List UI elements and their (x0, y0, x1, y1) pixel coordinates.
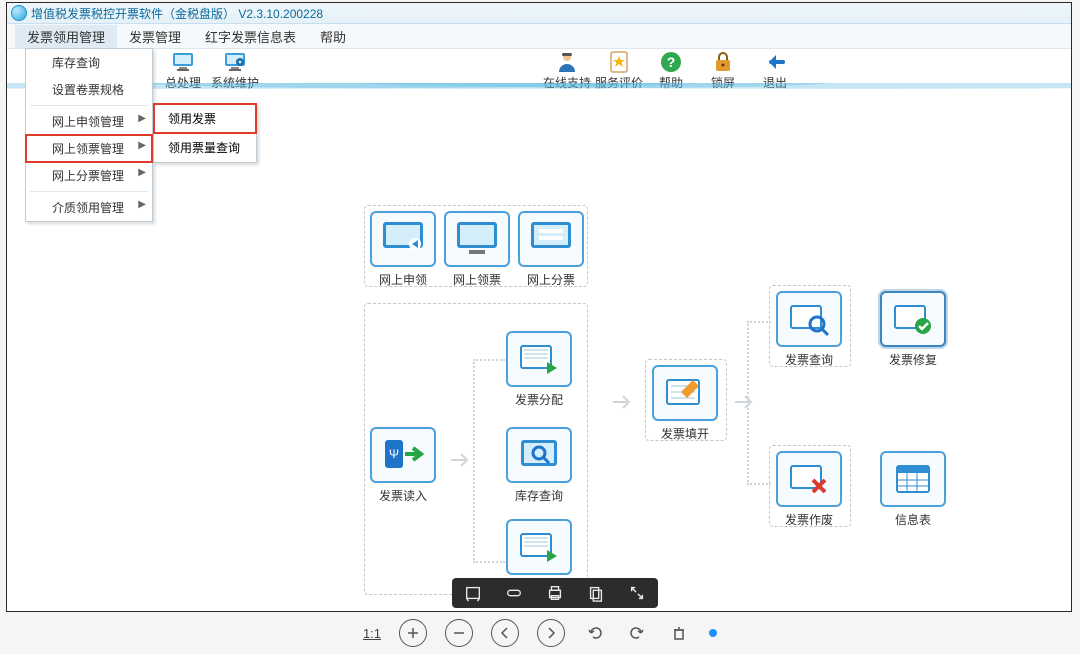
node-stock-query[interactable]: 库存查询 (505, 427, 573, 504)
titlebar: 增值税发票税控开票软件（金税盘版） V2.3.10.200228 (7, 3, 1071, 24)
help-icon: ? (658, 50, 684, 74)
chevron-right-icon: ▶ (138, 113, 146, 124)
submenu-item-receive-quota-query[interactable]: 领用票量查询 (154, 133, 256, 162)
node-label: 网上申领 (369, 271, 437, 288)
menubar: 发票领用管理 发票管理 红字发票信息表 帮助 (7, 24, 1071, 49)
viewer-black-toolbar (452, 578, 658, 608)
node-label: 发票修复 (879, 351, 947, 368)
blackbar-copy-icon[interactable] (584, 581, 608, 605)
exit-arrow-icon (762, 50, 788, 74)
flow-connector (747, 321, 771, 485)
menu-red-invoice[interactable]: 红字发票信息表 (193, 25, 308, 48)
gear-monitor-icon (222, 50, 248, 74)
workflow-canvas: 网上申领 网上领票 网上分票 Ψ 发票读入 发票分配 库存查询 发票退回 (7, 91, 1071, 611)
app-window: 增值税发票税控开票软件（金税盘版） V2.3.10.200228 发票领用管理 … (6, 2, 1072, 612)
star-doc-icon (606, 50, 632, 74)
node-label: 发票查询 (775, 351, 843, 368)
viewer-delete-icon[interactable] (667, 621, 691, 645)
svg-text:Ψ: Ψ (389, 447, 399, 461)
node-label: 发票填开 (651, 425, 719, 442)
node-label: 网上领票 (443, 271, 511, 288)
node-label: 发票读入 (369, 487, 437, 504)
node-label: 发票分配 (505, 391, 573, 408)
menu-invoice-manage[interactable]: 发票管理 (117, 25, 193, 48)
dropdown-separator (30, 191, 148, 192)
node-invoice-query[interactable]: 发票查询 (775, 291, 843, 368)
dropdown-item-online-apply[interactable]: 网上申领管理 ▶ (26, 108, 152, 135)
node-label: 发票作废 (775, 511, 843, 528)
node-invoice-fill[interactable]: 发票填开 (651, 365, 719, 442)
monitor-icon (170, 50, 196, 74)
node-info-table[interactable]: 信息表 (879, 451, 947, 528)
support-person-icon (554, 50, 580, 74)
viewer-zoom-out-icon[interactable] (445, 619, 473, 647)
dropdown-item-roll-spec[interactable]: 设置卷票规格 (26, 76, 152, 103)
viewer-prev-icon[interactable] (491, 619, 519, 647)
window-title: 增值税发票税控开票软件（金税盘版） V2.3.10.200228 (31, 5, 323, 22)
viewer-controls: 1:1 (0, 616, 1080, 650)
blackbar-print-icon[interactable] (543, 581, 567, 605)
node-invoice-repair[interactable]: 发票修复 (879, 291, 947, 368)
node-invoice-read[interactable]: Ψ 发票读入 (369, 427, 437, 504)
dropdown-item-online-distribute[interactable]: 网上分票管理 ▶ (26, 162, 152, 189)
viewer-ratio[interactable]: 1:1 (363, 626, 381, 641)
viewer-next-icon[interactable] (537, 619, 565, 647)
dropdown-invoice-receive: 库存查询 设置卷票规格 网上申领管理 ▶ 网上领票管理 ▶ 网上分票管理 ▶ 介… (25, 48, 153, 222)
dropdown-item-stock-query[interactable]: 库存查询 (26, 49, 152, 76)
viewer-undo-icon[interactable] (583, 621, 607, 645)
blackbar-fit-width-icon[interactable] (461, 581, 485, 605)
node-label: 信息表 (879, 511, 947, 528)
node-online-distribute[interactable]: 网上分票 (517, 211, 585, 288)
node-online-apply[interactable]: 网上申领 (369, 211, 437, 288)
viewer-redo-icon[interactable] (625, 621, 649, 645)
flow-arrow-icon (449, 449, 471, 471)
lock-icon (710, 50, 736, 74)
blackbar-expand-icon[interactable] (625, 581, 649, 605)
chevron-right-icon: ▶ (138, 167, 146, 178)
menu-help[interactable]: 帮助 (308, 25, 358, 48)
submenu-online-receive: 领用发票 领用票量查询 (153, 103, 257, 163)
flow-arrow-icon (611, 391, 633, 413)
toolbar: 总处理 系统维护 在线支持 服务评价 ? 帮助 (7, 49, 1071, 92)
node-invoice-void[interactable]: 发票作废 (775, 451, 843, 528)
chevron-right-icon: ▶ (138, 199, 146, 210)
node-label: 网上分票 (517, 271, 585, 288)
dropdown-separator (30, 105, 148, 106)
node-invoice-distribute[interactable]: 发票分配 (505, 331, 573, 408)
chevron-right-icon: ▶ (138, 140, 146, 151)
submenu-item-receive-invoice[interactable]: 领用发票 (154, 104, 256, 133)
flow-connector (473, 359, 505, 563)
viewer-zoom-in-icon[interactable] (399, 619, 427, 647)
dropdown-item-media-receive[interactable]: 介质领用管理 ▶ (26, 194, 152, 221)
svg-text:?: ? (667, 54, 676, 70)
viewer-page-dot (709, 629, 717, 637)
menu-invoice-receive[interactable]: 发票领用管理 (15, 25, 117, 48)
app-icon (11, 5, 27, 21)
dropdown-item-online-receive[interactable]: 网上领票管理 ▶ (26, 135, 152, 162)
node-online-receive[interactable]: 网上领票 (443, 211, 511, 288)
blackbar-fit-page-icon[interactable] (502, 581, 526, 605)
node-label: 库存查询 (505, 487, 573, 504)
